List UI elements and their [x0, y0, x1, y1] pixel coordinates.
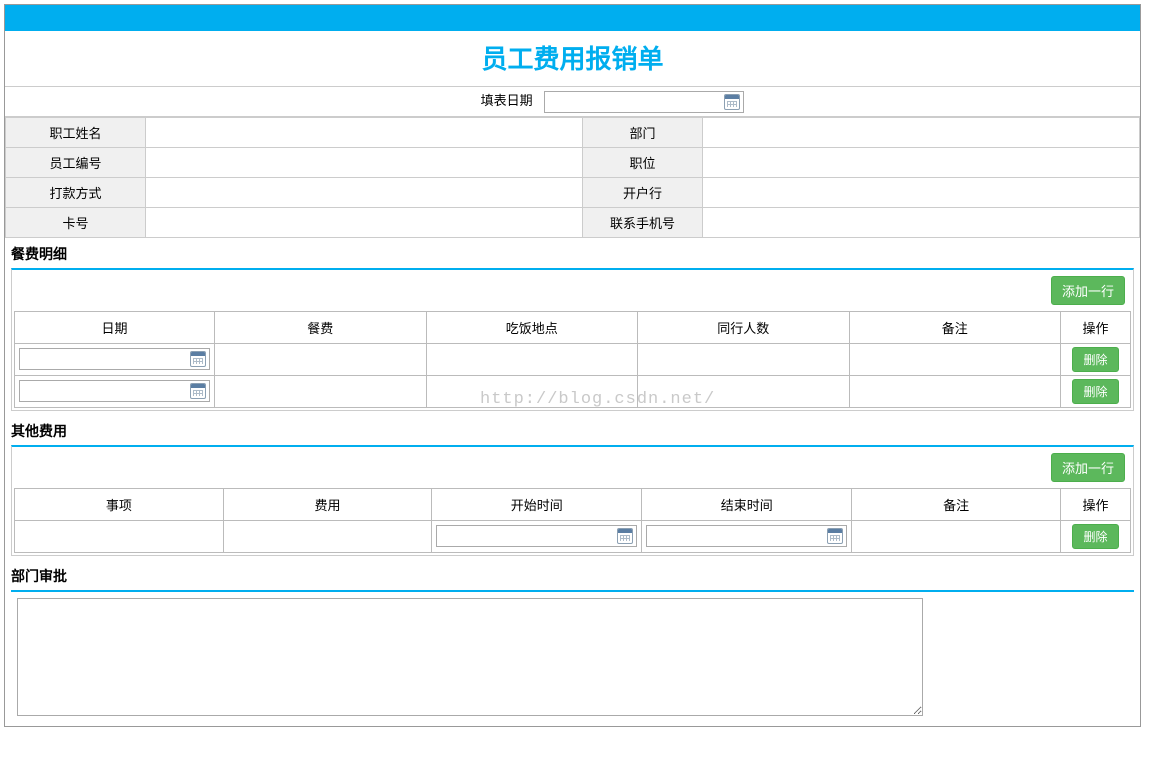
value-phone[interactable] [703, 207, 1140, 237]
col-remark: 备注 [849, 311, 1061, 343]
end-time-field[interactable] [646, 525, 847, 547]
label-dept: 部门 [583, 117, 703, 147]
meal-date-input[interactable] [20, 381, 190, 401]
calendar-icon[interactable] [617, 528, 633, 544]
value-position[interactable] [703, 147, 1140, 177]
value-paymethod[interactable] [146, 177, 583, 207]
label-empno: 员工编号 [6, 147, 146, 177]
col-place: 吃饭地点 [426, 311, 638, 343]
calendar-icon[interactable] [724, 94, 740, 110]
table-row: 卡号 联系手机号 [6, 207, 1140, 237]
calendar-icon[interactable] [827, 528, 843, 544]
meal-place-cell[interactable] [426, 375, 638, 407]
label-cardno: 卡号 [6, 207, 146, 237]
meal-date-field[interactable] [19, 348, 210, 370]
value-name[interactable] [146, 117, 583, 147]
col-op: 操作 [1061, 488, 1131, 520]
label-bank: 开户行 [583, 177, 703, 207]
fill-date-label: 填表日期 [481, 93, 533, 108]
meal-people-cell[interactable] [638, 375, 850, 407]
delete-button[interactable]: 删除 [1072, 347, 1118, 372]
table-row: 删除 [15, 343, 1131, 375]
fill-date-row: 填表日期 [5, 87, 1140, 117]
meal-section-title: 餐费明细 [5, 238, 1140, 268]
fill-date-input[interactable] [545, 92, 724, 112]
start-time-field[interactable] [436, 525, 637, 547]
label-name: 职工姓名 [6, 117, 146, 147]
meal-place-cell[interactable] [426, 343, 638, 375]
other-section-title: 其他费用 [5, 415, 1140, 445]
label-paymethod: 打款方式 [6, 177, 146, 207]
meal-fee-cell[interactable] [215, 343, 427, 375]
value-cardno[interactable] [146, 207, 583, 237]
meal-panel: 添加一行 日期 餐费 吃饭地点 同行人数 备注 操作 [11, 268, 1134, 411]
col-end: 结束时间 [642, 488, 852, 520]
other-panel: 添加一行 事项 费用 开始时间 结束时间 备注 操作 [11, 445, 1134, 556]
value-bank[interactable] [703, 177, 1140, 207]
col-fee: 餐费 [215, 311, 427, 343]
other-remark-cell[interactable] [852, 520, 1061, 552]
value-dept[interactable] [703, 117, 1140, 147]
meal-remark-cell[interactable] [849, 343, 1061, 375]
value-empno[interactable] [146, 147, 583, 177]
col-item: 事项 [15, 488, 224, 520]
delete-button[interactable]: 删除 [1072, 379, 1118, 404]
meal-date-field[interactable] [19, 380, 210, 402]
approve-textarea[interactable] [17, 598, 923, 716]
calendar-icon[interactable] [190, 351, 206, 367]
label-phone: 联系手机号 [583, 207, 703, 237]
approve-panel [11, 590, 1134, 722]
col-people: 同行人数 [638, 311, 850, 343]
meal-date-input[interactable] [20, 349, 190, 369]
meal-fee-cell[interactable] [215, 375, 427, 407]
table-row: 职工姓名 部门 [6, 117, 1140, 147]
col-start: 开始时间 [432, 488, 642, 520]
start-time-input[interactable] [437, 526, 617, 546]
meal-table: 日期 餐费 吃饭地点 同行人数 备注 操作 删除 [14, 311, 1131, 408]
table-row: 删除 [15, 520, 1131, 552]
add-row-button[interactable]: 添加一行 [1051, 453, 1125, 482]
col-remark: 备注 [852, 488, 1061, 520]
table-row: 删除 [15, 375, 1131, 407]
employee-info-table: 职工姓名 部门 员工编号 职位 打款方式 开户行 卡号 联系手机号 [5, 117, 1140, 238]
approve-section-title: 部门审批 [5, 560, 1140, 590]
col-fee: 费用 [223, 488, 432, 520]
form-title: 员工费用报销单 [481, 39, 663, 76]
top-bar [5, 5, 1140, 31]
delete-button[interactable]: 删除 [1072, 524, 1118, 549]
table-row: 员工编号 职位 [6, 147, 1140, 177]
add-row-button[interactable]: 添加一行 [1051, 276, 1125, 305]
other-fee-cell[interactable] [223, 520, 432, 552]
meal-people-cell[interactable] [638, 343, 850, 375]
fill-date-field[interactable] [544, 91, 744, 113]
meal-remark-cell[interactable] [849, 375, 1061, 407]
col-op: 操作 [1061, 311, 1131, 343]
form-container: 员工费用报销单 填表日期 职工姓名 部门 员工编号 职位 打款方式 开户行 [4, 4, 1141, 727]
col-date: 日期 [15, 311, 215, 343]
end-time-input[interactable] [647, 526, 827, 546]
label-position: 职位 [583, 147, 703, 177]
other-table: 事项 费用 开始时间 结束时间 备注 操作 [14, 488, 1131, 553]
other-item-cell[interactable] [15, 520, 224, 552]
title-row: 员工费用报销单 [5, 31, 1140, 87]
table-row: 打款方式 开户行 [6, 177, 1140, 207]
calendar-icon[interactable] [190, 383, 206, 399]
